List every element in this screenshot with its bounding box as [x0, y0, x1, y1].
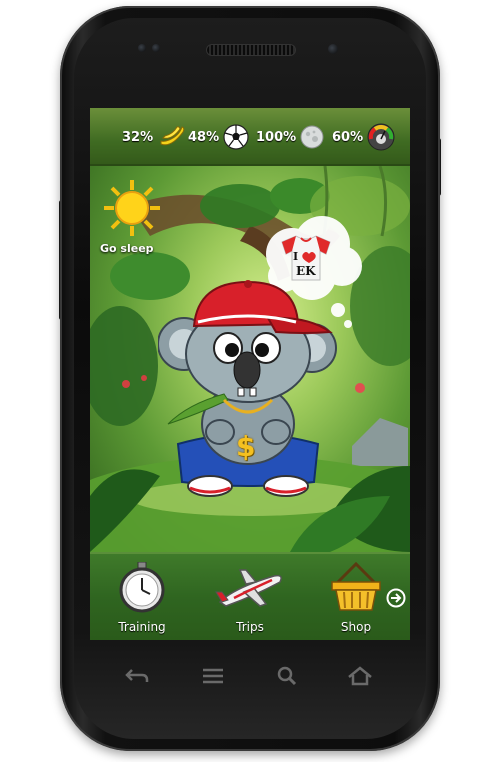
go-sleep-button[interactable]: Go sleep	[98, 178, 168, 258]
back-icon[interactable]	[124, 666, 150, 690]
shirt-text-top: I	[293, 250, 299, 263]
home-icon[interactable]	[346, 666, 374, 690]
go-sleep-label: Go sleep	[100, 242, 154, 255]
shopping-basket-icon	[331, 561, 381, 611]
stopwatch-icon	[119, 561, 165, 613]
shop-label: Shop	[340, 620, 372, 634]
shop-button[interactable]: Shop	[316, 561, 396, 634]
stats-bar: 32% 48% 100% 60%	[90, 108, 410, 166]
game-screen: 32% 48% 100% 60% Go sleep I EK $ Trainin…	[90, 108, 410, 640]
jungle-scene: Go sleep I EK $	[90, 166, 410, 552]
airplane-icon	[215, 569, 282, 607]
menu-icon[interactable]	[200, 666, 226, 690]
trips-button[interactable]: Trips	[210, 562, 290, 634]
banana-icon	[160, 126, 185, 146]
gauge-icon	[367, 123, 395, 151]
moon-icon	[300, 125, 324, 149]
soccer-ball-icon	[223, 124, 249, 150]
energy-stat[interactable]: 100%	[256, 124, 324, 150]
koala-character[interactable]	[158, 274, 338, 504]
training-label: Training	[118, 620, 166, 634]
fun-value: 48%	[188, 129, 220, 145]
arrow-right-circle-icon	[386, 588, 406, 608]
health-stat[interactable]: 60%	[332, 123, 395, 151]
health-value: 60%	[332, 129, 364, 145]
bottom-nav: Training Trips Shop	[90, 552, 410, 640]
sun-icon	[104, 180, 160, 236]
sensor-icon	[138, 44, 146, 52]
training-button[interactable]: Training	[102, 561, 182, 634]
sensor-icon	[152, 44, 160, 52]
fun-stat[interactable]: 48%	[188, 124, 249, 150]
next-arrow-button[interactable]	[386, 588, 406, 608]
hunger-value: 32%	[122, 129, 154, 145]
hunger-stat[interactable]: 32%	[122, 124, 187, 150]
front-camera-icon	[328, 44, 338, 54]
trips-label: Trips	[236, 620, 264, 634]
necklace-dollar-sign: $	[236, 430, 256, 463]
search-icon[interactable]	[276, 666, 298, 690]
earpiece-speaker	[206, 44, 296, 56]
energy-value: 100%	[256, 129, 297, 145]
